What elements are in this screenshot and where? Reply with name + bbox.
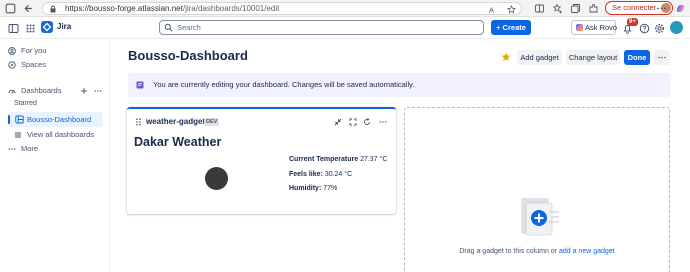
create-button[interactable]: + Create [491,20,531,35]
page-title: Bousso-Dashboard [128,48,248,63]
copilot-icon[interactable] [675,3,686,14]
gadget-more-icon[interactable] [379,118,387,126]
dashboards-more-icon[interactable] [94,87,102,95]
edit-note-icon [136,81,144,89]
browser-toolbar: https://bousso-forge.atlassian.net/jira/… [0,0,690,17]
user-avatar[interactable] [670,21,683,34]
feels-like: Feels like: 30.24 °C [289,170,352,179]
weather-condition-icon [205,167,228,190]
drag-handle-icon[interactable] [135,118,142,126]
refresh-icon[interactable] [363,118,371,126]
add-new-gadget-link[interactable]: add a new gadget [559,248,615,255]
url-text: https://bousso-forge.atlassian.net/jira/… [65,4,279,14]
favorites-icon[interactable] [552,3,563,14]
more-dots-icon [8,145,16,153]
add-gadget-button[interactable]: Add gadget [517,50,562,65]
address-bar[interactable]: https://bousso-forge.atlassian.net/jira/… [42,2,522,15]
weather-gadget-card: weather-gadget DEV Dakar Weather Current… [127,107,396,214]
gadget-title: weather-gadget [146,117,206,126]
maximize-icon[interactable] [349,118,357,126]
feels-like-value: 30.24 °C [324,171,353,178]
favorite-star-icon[interactable] [507,5,516,14]
banner-message: You are currently editing your dashboard… [153,80,415,89]
browser-menu-icon[interactable] [656,3,667,14]
sidebar-item-label: For you [21,46,47,55]
read-aloud-icon[interactable]: A [489,5,498,15]
profile-signin-label: Se connecter [612,3,657,12]
change-layout-button[interactable]: Change layout [566,50,620,65]
url-host: https://bousso-forge.atlassian.net [65,4,183,13]
sidebar-item-label: Spaces [21,60,47,69]
list-icon [14,131,22,139]
app-name[interactable]: Jira [57,22,71,32]
user-circle-icon [8,47,16,55]
back-arrow-icon[interactable] [22,2,35,15]
jira-top-nav: Jira Search + Create Ask Rovo 9+ [0,17,690,39]
humidity-value: 77% [323,185,338,192]
starred-section-label: Starred [14,100,37,107]
browser-tab-icon[interactable] [4,2,17,15]
weather-heading: Dakar Weather [134,135,222,149]
sidebar: For you Spaces Dashboards Starred Bousso… [0,40,110,272]
rovo-icon [576,24,583,31]
dropzone-message: Drag a gadget to this column or add a ne… [405,247,669,256]
sidebar-item-label: Bousso-Dashboard [27,115,92,124]
empty-gadget-column[interactable]: Drag a gadget to this column or add a ne… [404,107,670,272]
help-icon[interactable] [639,23,650,34]
minimize-icon[interactable] [334,118,342,126]
current-temperature-value: 27.37 °C [360,156,388,163]
add-gadget-illustration-icon [513,192,563,242]
svg-text:A: A [489,6,494,15]
app-switcher-icon[interactable] [25,23,36,34]
sidebar-item-label: View all dashboards [27,130,94,139]
humidity-label: Humidity: [289,185,322,192]
edit-mode-banner: You are currently editing your dashboard… [128,73,670,97]
spaces-icon [8,61,16,69]
current-temperature: Current Temperature 27.37 °C [289,155,387,164]
lock-icon [49,5,57,13]
split-screen-icon[interactable] [534,3,545,14]
current-temperature-label: Current Temperature [289,156,359,163]
dashboard-gauge-icon [8,87,16,95]
dev-badge: DEV [204,118,220,126]
search-input[interactable]: Search [159,20,484,35]
sidebar-toggle-icon[interactable] [8,23,19,34]
more-actions-button[interactable] [654,50,670,65]
dropzone-text: Drag a gadget to this column or [459,248,559,255]
starred-star-icon[interactable] [501,52,511,62]
humidity: Humidity: 77% [289,184,337,193]
settings-gear-icon[interactable] [654,23,665,34]
board-icon [15,115,24,124]
notification-badge: 9+ [627,18,638,26]
sidebar-item-label: More [21,144,39,153]
collections-icon[interactable] [570,3,581,14]
search-placeholder: Search [177,23,201,32]
ask-rovo-button[interactable]: Ask Rovo [571,20,618,35]
jira-logo-icon[interactable] [41,21,53,33]
done-button[interactable]: Done [624,50,650,65]
sidebar-item-label: Dashboards [21,86,62,95]
active-indicator [8,115,10,124]
feels-like-label: Feels like: [289,171,323,178]
sidebar-item-bousso-dashboard[interactable]: Bousso-Dashboard [8,112,103,127]
extensions-icon[interactable] [588,3,599,14]
ask-rovo-label: Ask Rovo [585,23,618,32]
search-icon [164,23,173,32]
add-dashboard-plus-icon[interactable] [80,87,88,95]
url-path: /jira/dashboards/10001/edit [182,4,280,13]
